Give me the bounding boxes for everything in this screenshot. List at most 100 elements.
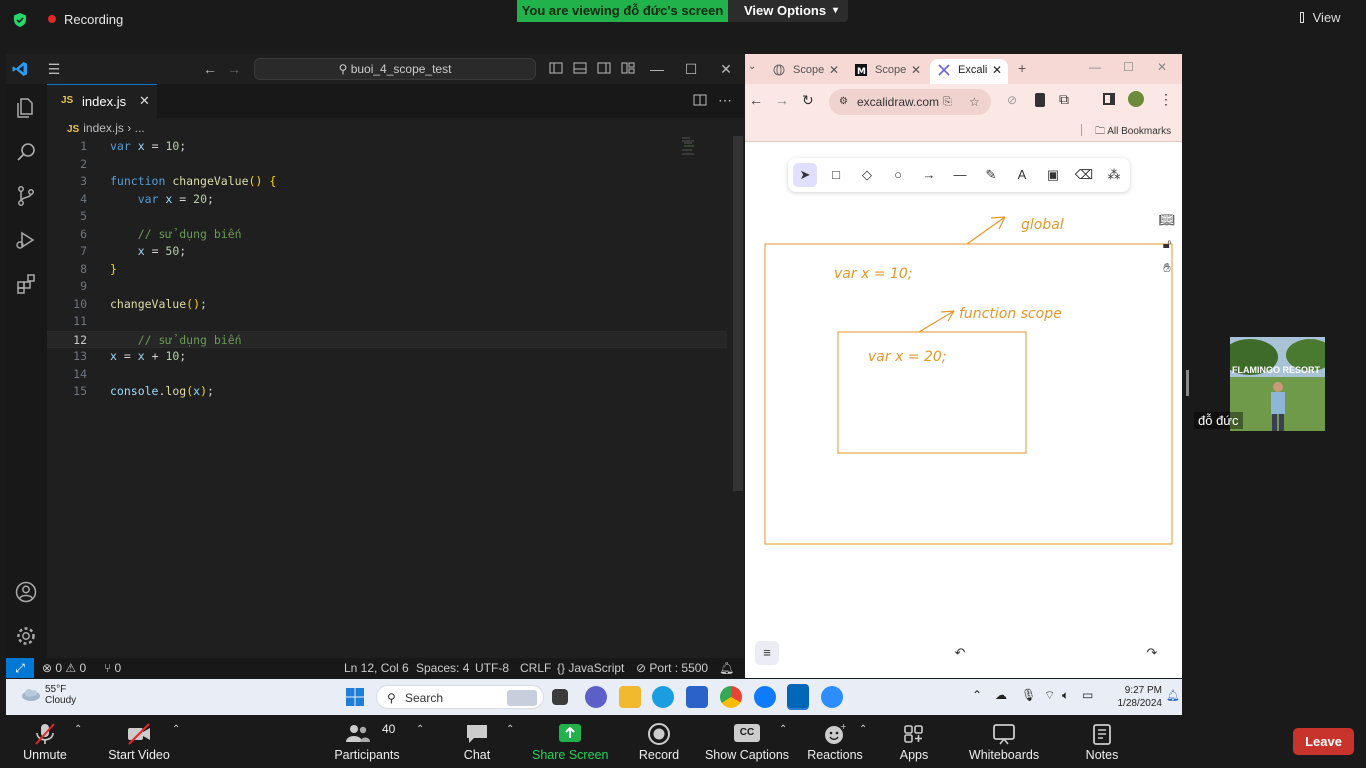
toggle-secondary-sidebar-icon[interactable] — [596, 61, 612, 77]
image-tool-icon[interactable]: ▣ — [1041, 163, 1065, 187]
profile-avatar[interactable] — [1128, 91, 1144, 107]
participants-button[interactable]: 40 Participants — [330, 716, 404, 768]
install-app-icon[interactable]: ⎘ — [943, 89, 952, 115]
arrow-tool-icon[interactable]: → — [917, 163, 941, 187]
remote-indicator-icon[interactable]: ⤢ — [6, 658, 34, 678]
forward-arrow-icon[interactable]: → — [226, 61, 242, 77]
minimize-icon[interactable]: — — [1089, 60, 1101, 74]
function-arrow[interactable] — [918, 310, 955, 333]
zoom-taskbar-icon[interactable] — [821, 686, 843, 708]
whiteboards-button[interactable]: Whiteboards — [966, 716, 1042, 768]
breadcrumb[interactable]: JS index.js › ... — [67, 121, 145, 135]
ellipse-tool-icon[interactable]: ○ — [886, 163, 910, 187]
participants-caret-icon[interactable]: ⌃ — [416, 724, 424, 735]
reload-icon[interactable]: ↻ — [802, 92, 814, 109]
reactions-caret-icon[interactable]: ⌃ — [859, 724, 867, 735]
view-button[interactable]: View — [1300, 10, 1360, 30]
pencil-tool-icon[interactable]: ✎ — [979, 163, 1003, 187]
tab-search-icon[interactable]: ⌄ — [748, 61, 756, 72]
code-line[interactable]: 10 changeValue(); — [47, 296, 727, 314]
browser-tab-2[interactable]: M Scope ✕ — [847, 59, 927, 84]
edge-icon[interactable] — [652, 686, 674, 708]
taskbar-search[interactable]: ⚲ Search — [376, 685, 544, 709]
back-arrow-icon[interactable]: ← — [202, 61, 218, 77]
close-tab-icon[interactable]: ✕ — [139, 93, 150, 109]
undo-icon[interactable]: ↶ — [948, 641, 972, 665]
code-line[interactable]: 13 x = x + 10; — [47, 348, 727, 366]
problems-status[interactable]: ⊗ 0 ⚠ 0 — [42, 661, 86, 675]
more-actions-icon[interactable]: ⋯ — [717, 92, 733, 108]
code-line[interactable]: 1 var x = 10; — [47, 138, 727, 156]
customize-layout-icon[interactable] — [620, 61, 636, 77]
notes-button[interactable]: Notes — [1080, 716, 1124, 768]
chrome-icon[interactable] — [720, 686, 742, 708]
explorer-icon[interactable] — [14, 96, 38, 120]
microphone-icon[interactable]: 🎙︎ — [1021, 688, 1036, 702]
notification-bell-icon[interactable]: 🔔︎ — [1166, 689, 1180, 702]
split-editor-icon[interactable] — [692, 93, 708, 109]
close-tab-icon[interactable]: ✕ — [829, 59, 839, 81]
onedrive-icon[interactable]: ☁ — [995, 688, 1007, 702]
source-control-icon[interactable] — [14, 184, 38, 208]
minimize-icon[interactable]: — — [649, 61, 665, 77]
forward-arrow-icon[interactable]: → — [775, 92, 789, 108]
breadcrumb-file[interactable]: index.js — [83, 121, 124, 135]
participant-video[interactable]: FLAMINGO RESORT — [1230, 337, 1325, 431]
cloud-icon[interactable] — [20, 686, 42, 702]
menu-icon[interactable]: ☰ — [46, 61, 62, 77]
more-tools-icon[interactable]: ⁂ — [1102, 163, 1126, 187]
breadcrumb-more[interactable]: ... — [135, 121, 145, 135]
start-video-button[interactable]: Start Video — [104, 716, 174, 768]
notifications-bell-icon[interactable]: 🔔︎ — [719, 661, 734, 675]
eol-status[interactable]: CRLF — [520, 661, 551, 675]
address-bar[interactable]: ⚙ excalidraw.com ⎘ ☆ — [829, 89, 991, 115]
excalidraw-canvas[interactable]: global var x = 10; function scope var x … — [745, 143, 1182, 678]
zalo-icon[interactable] — [754, 686, 776, 708]
code-line[interactable]: 4 var x = 20; — [47, 191, 727, 209]
language-mode[interactable]: {} JavaScript — [557, 661, 624, 675]
all-bookmarks-button[interactable]: 🗀︎ All Bookmarks — [1095, 124, 1171, 141]
global-arrow[interactable] — [966, 216, 1006, 245]
code-line[interactable]: 3 function changeValue() { — [47, 173, 727, 191]
search-icon[interactable] — [14, 140, 38, 164]
lock-icon[interactable]: 🔓︎ — [1155, 232, 1179, 256]
label-function-scope[interactable]: function scope — [959, 306, 1062, 322]
show-captions-button[interactable]: CC Show Captions — [704, 716, 790, 768]
record-button[interactable]: Record — [632, 716, 686, 768]
extension-icon[interactable] — [1035, 93, 1045, 107]
chevron-up-icon[interactable]: ⌃ — [972, 688, 982, 702]
chat-button[interactable]: Chat — [456, 716, 498, 768]
accounts-icon[interactable] — [14, 580, 38, 604]
extension-compass-icon[interactable]: ⊘ — [1007, 93, 1017, 107]
taskbar-clock[interactable]: 9:27 PM 1/28/2024 — [1106, 684, 1163, 710]
code-function[interactable]: var x = 20; — [868, 349, 947, 365]
cursor-position[interactable]: Ln 12, Col 6 — [344, 661, 409, 675]
back-arrow-icon[interactable]: ← — [749, 92, 763, 108]
selection-tool-icon[interactable]: ➤ — [793, 163, 817, 187]
line-tool-icon[interactable]: — — [948, 163, 972, 187]
recording-label[interactable]: Recording — [64, 12, 123, 27]
ports-status[interactable]: ⑂ 0 — [104, 661, 121, 675]
volume-icon[interactable]: 🔈︎ — [1062, 688, 1069, 703]
side-panel-icon[interactable] — [1103, 93, 1115, 105]
close-icon[interactable]: ✕ — [718, 61, 734, 77]
code-editor[interactable]: 1 var x = 10; 2 3 function changeValue() {4 … — [47, 138, 727, 401]
close-tab-icon[interactable]: ✕ — [992, 59, 1002, 81]
toggle-panel-icon[interactable] — [572, 61, 588, 77]
live-server-port[interactable]: ⊘ Port : 5500 — [636, 661, 708, 675]
vscode-taskbar-icon[interactable] — [787, 684, 809, 708]
more-menu-icon[interactable]: ⋮ — [1159, 91, 1173, 108]
leave-button[interactable]: Leave — [1293, 728, 1354, 755]
share-screen-button[interactable]: Share Screen — [532, 716, 608, 768]
browser-tab-3-active[interactable]: Excali ✕ — [930, 59, 1008, 84]
encoding-status[interactable]: UTF-8 — [475, 661, 509, 675]
reactions-button[interactable]: + Reactions — [804, 716, 866, 768]
code-line[interactable]: 14 — [47, 366, 727, 384]
unmute-button[interactable]: Unmute — [14, 716, 76, 768]
audio-options-caret-icon[interactable]: ⌃ — [74, 724, 82, 735]
task-view-icon[interactable] — [552, 689, 568, 705]
code-line[interactable]: 2 — [47, 156, 727, 174]
maximize-icon[interactable]: ☐ — [1123, 60, 1134, 74]
extensions-puzzle-icon[interactable]: ⧉ — [1059, 91, 1069, 108]
global-scope-rect[interactable] — [764, 243, 1173, 545]
